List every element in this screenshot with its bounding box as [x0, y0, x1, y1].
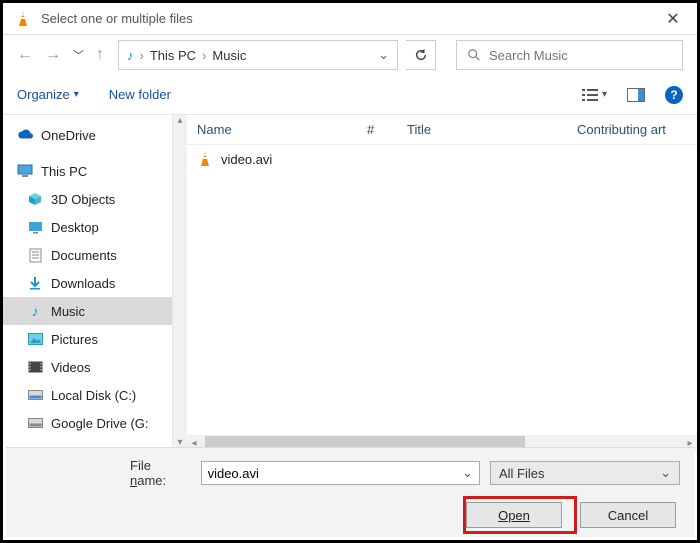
music-icon: ♪: [127, 48, 134, 63]
search-input[interactable]: [489, 48, 672, 63]
filter-label: All Files: [499, 466, 545, 481]
back-button[interactable]: ←: [17, 46, 33, 64]
onedrive-icon: [17, 127, 33, 143]
file-name-label: File name:: [130, 458, 191, 488]
col-hash[interactable]: #: [357, 122, 397, 137]
thispc-icon: [17, 163, 33, 179]
file-name-field[interactable]: [208, 466, 463, 481]
breadcrumb-music[interactable]: Music: [212, 48, 246, 63]
desktop-icon: [27, 219, 43, 235]
chevron-right-icon[interactable]: ›: [202, 48, 206, 63]
address-bar[interactable]: ♪ › This PC › Music ⌄: [118, 40, 398, 70]
chevron-down-icon: ⌄: [660, 465, 671, 481]
view-menu[interactable]: ▾: [582, 88, 607, 102]
tree-label: Documents: [51, 248, 117, 263]
scroll-up-icon[interactable]: ▴: [177, 115, 182, 129]
chevron-down-icon[interactable]: ⌄: [462, 465, 473, 481]
videos-icon: [27, 359, 43, 375]
cube-icon: [27, 191, 43, 207]
tree-label: 3D Objects: [51, 192, 115, 207]
tree-label: Music: [51, 304, 85, 319]
tree-music[interactable]: ♪ Music: [3, 297, 172, 325]
file-list: Name # Title Contributing art video.avi …: [187, 115, 697, 451]
documents-icon: [27, 247, 43, 263]
refresh-button[interactable]: [406, 40, 436, 70]
close-button[interactable]: ✕: [653, 4, 693, 34]
tree-googledrive[interactable]: Google Drive (G:: [3, 409, 172, 437]
col-title[interactable]: Title: [397, 122, 567, 137]
tree-localdisk[interactable]: Local Disk (C:): [3, 381, 172, 409]
tree-thispc[interactable]: This PC: [3, 157, 172, 185]
tree-label: OneDrive: [41, 128, 96, 143]
file-name-input[interactable]: ⌄: [201, 461, 480, 485]
file-type-filter[interactable]: All Files ⌄: [490, 461, 680, 485]
recent-chevron-icon[interactable]: ﹀: [73, 47, 84, 63]
tree-label: Google Drive (G:: [51, 416, 149, 431]
cancel-button[interactable]: Cancel: [580, 502, 676, 528]
tree-label: Pictures: [51, 332, 98, 347]
new-folder-button[interactable]: New folder: [109, 87, 171, 102]
tree-label: Downloads: [51, 276, 115, 291]
file-row[interactable]: video.avi: [187, 145, 697, 173]
file-name: video.avi: [221, 152, 272, 167]
chevron-down-icon: ▾: [602, 89, 607, 100]
title-bar: Select one or multiple files ✕: [3, 3, 697, 35]
tree-label: Desktop: [51, 220, 99, 235]
drive-icon: [27, 387, 43, 403]
pictures-icon: [27, 331, 43, 347]
search-box[interactable]: [456, 40, 683, 70]
tree-onedrive[interactable]: OneDrive: [3, 121, 172, 149]
forward-button[interactable]: →: [45, 46, 61, 64]
tree-downloads[interactable]: Downloads: [3, 269, 172, 297]
tree-desktop[interactable]: Desktop: [3, 213, 172, 241]
col-contributing[interactable]: Contributing art: [567, 122, 697, 137]
chevron-right-icon[interactable]: ›: [140, 48, 144, 63]
nav-arrows: ← → ﹀ ↑: [17, 46, 104, 64]
tree-pictures[interactable]: Pictures: [3, 325, 172, 353]
navpane-scrollbar[interactable]: ▴ ▾: [173, 115, 187, 451]
open-button[interactable]: Open: [466, 502, 562, 528]
tree-label: This PC: [41, 164, 87, 179]
vlc-cone-icon: [13, 9, 33, 29]
navigation-pane: OneDrive This PC 3D Objects Desktop Docu…: [3, 115, 173, 451]
help-button[interactable]: ?: [665, 86, 683, 104]
tree-documents[interactable]: Documents: [3, 241, 172, 269]
music-icon: ♪: [27, 303, 43, 319]
tree-label: Videos: [51, 360, 91, 375]
window-title: Select one or multiple files: [41, 11, 653, 26]
toolbar: Organize ▾ New folder ▾ ?: [3, 75, 697, 115]
preview-pane-button[interactable]: [627, 88, 645, 102]
downloads-icon: [27, 275, 43, 291]
chevron-down-icon[interactable]: ⌄: [378, 47, 389, 63]
tree-3dobjects[interactable]: 3D Objects: [3, 185, 172, 213]
search-icon: [467, 48, 481, 62]
column-headers[interactable]: Name # Title Contributing art: [187, 115, 697, 145]
col-name[interactable]: Name: [187, 122, 357, 137]
tree-videos[interactable]: Videos: [3, 353, 172, 381]
footer: File name: ⌄ All Files ⌄ Open Cancel: [6, 447, 694, 537]
nav-row: ← → ﹀ ↑ ♪ › This PC › Music ⌄: [3, 35, 697, 75]
chevron-down-icon: ▾: [74, 89, 79, 100]
organize-menu[interactable]: Organize ▾: [17, 87, 79, 102]
body: OneDrive This PC 3D Objects Desktop Docu…: [3, 115, 697, 451]
vlc-cone-icon: [197, 151, 213, 167]
organize-label: Organize: [17, 87, 70, 102]
breadcrumb-thispc[interactable]: This PC: [150, 48, 196, 63]
drive-icon: [27, 415, 43, 431]
tree-label: Local Disk (C:): [51, 388, 136, 403]
up-button[interactable]: ↑: [96, 46, 104, 64]
